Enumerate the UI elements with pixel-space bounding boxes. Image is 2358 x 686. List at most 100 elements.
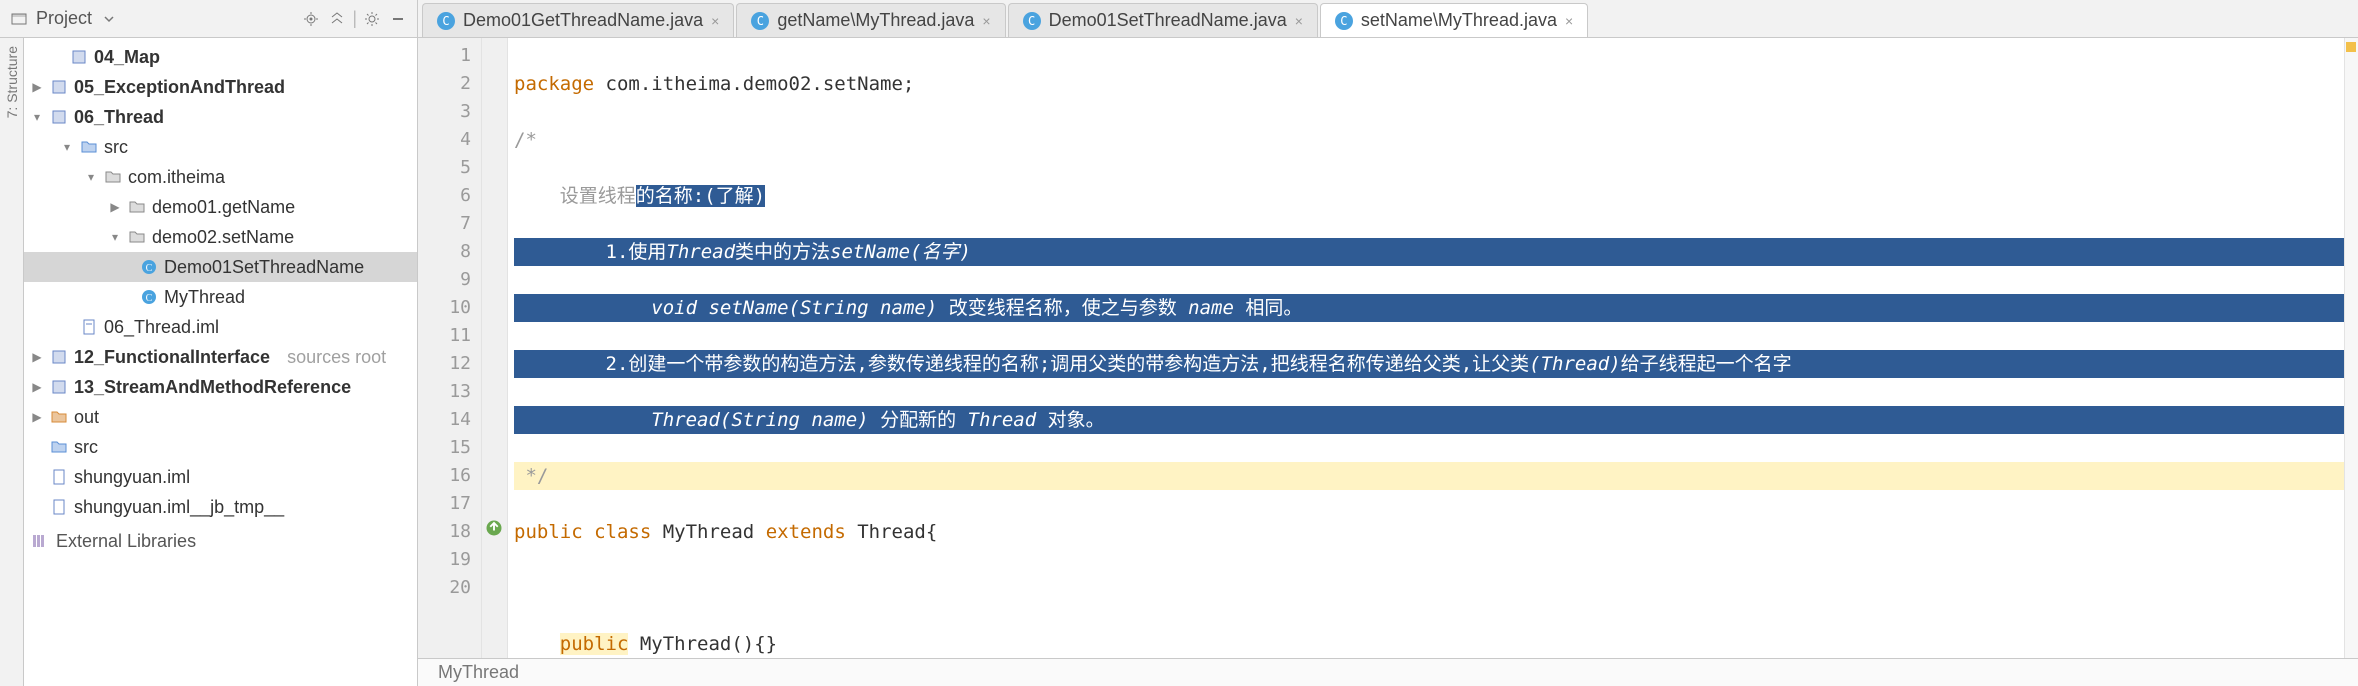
external-libraries[interactable]: External Libraries bbox=[24, 522, 417, 560]
tree-node[interactable]: 04_Map bbox=[24, 42, 417, 72]
code-text-area[interactable]: package com.itheima.demo02.setName; /* 设… bbox=[508, 38, 2344, 658]
tree-node-selected[interactable]: C Demo01SetThreadName bbox=[24, 252, 417, 282]
tree-label: 13_StreamAndMethodReference bbox=[74, 372, 351, 402]
locate-icon[interactable] bbox=[300, 8, 322, 30]
line-number: 17 bbox=[422, 490, 471, 518]
tab-setname-mythread[interactable]: C setName\MyThread.java × bbox=[1320, 3, 1588, 37]
package-icon bbox=[128, 198, 146, 216]
expand-arrow-icon[interactable]: ▶ bbox=[30, 372, 44, 402]
project-panel-title[interactable]: Project bbox=[36, 8, 294, 30]
tab-demo01setthreadname[interactable]: C Demo01SetThreadName.java × bbox=[1008, 3, 1318, 37]
tree-node[interactable]: ▾06_Thread bbox=[24, 102, 417, 132]
tree-node[interactable]: ▾ com.itheima bbox=[24, 162, 417, 192]
close-icon[interactable]: × bbox=[1295, 13, 1303, 29]
close-icon[interactable]: × bbox=[1565, 13, 1573, 29]
code-line bbox=[514, 574, 2344, 602]
collapse-arrow-icon[interactable]: ▾ bbox=[108, 222, 122, 252]
java-class-icon: C bbox=[1023, 12, 1041, 30]
expand-arrow-icon[interactable]: ▶ bbox=[30, 402, 44, 432]
line-number-gutter[interactable]: 1234567891011121314151617181920 bbox=[418, 38, 482, 658]
library-icon bbox=[30, 532, 48, 550]
tree-label: 06_Thread.iml bbox=[104, 312, 219, 342]
breadcrumb-item: MyThread bbox=[438, 662, 519, 682]
module-icon bbox=[50, 108, 68, 126]
tab-label: getName\MyThread.java bbox=[777, 10, 974, 31]
tree-node[interactable]: 06_Thread.iml bbox=[24, 312, 417, 342]
line-number: 9 bbox=[422, 266, 471, 294]
java-class-icon: C bbox=[437, 12, 455, 30]
svg-text:C: C bbox=[146, 263, 153, 274]
line-number: 11 bbox=[422, 322, 471, 350]
expand-arrow-icon[interactable]: ▶ bbox=[30, 72, 44, 102]
iml-file-icon bbox=[80, 318, 98, 336]
dropdown-icon bbox=[98, 8, 120, 30]
gutter-icon-strip bbox=[482, 38, 508, 658]
tool-stripe-left: 7: Structure bbox=[0, 38, 24, 686]
source-folder-icon bbox=[80, 138, 98, 156]
tab-label: Demo01GetThreadName.java bbox=[463, 10, 703, 31]
tree-label: External Libraries bbox=[56, 526, 196, 556]
tree-suffix: sources root bbox=[287, 342, 386, 372]
tree-node[interactable]: CMyThread bbox=[24, 282, 417, 312]
tree-node[interactable]: shungyuan.iml bbox=[24, 462, 417, 492]
tree-node[interactable]: ▶ 12_FunctionalInterface sources root bbox=[24, 342, 417, 372]
line-number: 6 bbox=[422, 182, 471, 210]
tab-getname-mythread[interactable]: C getName\MyThread.java × bbox=[736, 3, 1005, 37]
java-class-icon: C bbox=[140, 288, 158, 306]
editor-tab-bar: C Demo01GetThreadName.java × C getName\M… bbox=[418, 0, 2358, 37]
tool-tab-structure[interactable]: 7: Structure bbox=[4, 46, 20, 118]
tree-node[interactable]: ▾src bbox=[24, 132, 417, 162]
code-line: /* bbox=[514, 126, 2344, 154]
tree-node[interactable]: shungyuan.iml__jb_tmp__ bbox=[24, 492, 417, 522]
tab-label: Demo01SetThreadName.java bbox=[1049, 10, 1287, 31]
warning-marker[interactable] bbox=[2346, 42, 2356, 52]
java-class-icon: C bbox=[1335, 12, 1353, 30]
expand-arrow-icon[interactable]: ▶ bbox=[108, 192, 122, 222]
collapse-arrow-icon[interactable]: ▾ bbox=[30, 102, 44, 132]
line-number: 4 bbox=[422, 126, 471, 154]
project-icon bbox=[8, 8, 30, 30]
breadcrumb-bar[interactable]: MyThread bbox=[418, 658, 2358, 686]
collapse-arrow-icon[interactable]: ▾ bbox=[60, 132, 74, 162]
tree-label: 12_FunctionalInterface bbox=[74, 342, 270, 372]
expand-arrow-icon[interactable]: ▶ bbox=[30, 342, 44, 372]
line-number: 15 bbox=[422, 434, 471, 462]
line-number: 14 bbox=[422, 406, 471, 434]
line-number: 12 bbox=[422, 350, 471, 378]
module-icon bbox=[50, 348, 68, 366]
tree-label: Demo01SetThreadName bbox=[164, 252, 364, 282]
override-gutter-icon[interactable] bbox=[484, 518, 504, 538]
line-number: 13 bbox=[422, 378, 471, 406]
tab-demo01getthreadname[interactable]: C Demo01GetThreadName.java × bbox=[422, 3, 734, 37]
tree-node[interactable]: ▶ 05_ExceptionAndThread bbox=[24, 72, 417, 102]
tree-node[interactable]: ▶ 13_StreamAndMethodReference bbox=[24, 372, 417, 402]
close-icon[interactable]: × bbox=[711, 13, 719, 29]
gear-icon[interactable] bbox=[361, 8, 383, 30]
tree-label: src bbox=[74, 432, 98, 462]
close-icon[interactable]: × bbox=[982, 13, 990, 29]
code-line: Thread(String name) 分配新的 Thread 对象。 bbox=[514, 406, 2344, 434]
tree-label: com.itheima bbox=[128, 162, 225, 192]
code-line: package com.itheima.demo02.setName; bbox=[514, 70, 2344, 98]
collapse-all-icon[interactable] bbox=[326, 8, 348, 30]
tree-node[interactable]: ▾demo02.setName bbox=[24, 222, 417, 252]
package-icon bbox=[128, 228, 146, 246]
hide-icon[interactable] bbox=[387, 8, 409, 30]
tree-label: 05_ExceptionAndThread bbox=[74, 72, 285, 102]
tree-label: shungyuan.iml__jb_tmp__ bbox=[74, 492, 284, 522]
code-line: 1.使用Thread类中的方法setName(名字) bbox=[514, 238, 2344, 266]
error-stripe[interactable] bbox=[2344, 38, 2358, 658]
line-number: 3 bbox=[422, 98, 471, 126]
collapse-arrow-icon[interactable]: ▾ bbox=[84, 162, 98, 192]
line-number: 20 bbox=[422, 574, 471, 602]
tree-node[interactable]: ▶demo01.getName bbox=[24, 192, 417, 222]
code-line: void setName(String name) 改变线程名称，使之与参数 n… bbox=[514, 294, 2344, 322]
module-icon bbox=[70, 48, 88, 66]
project-panel-title-text: Project bbox=[36, 8, 92, 29]
project-tree[interactable]: 04_Map ▶05_ExceptionAndThread ▾06_Thread… bbox=[24, 38, 418, 686]
java-class-icon: C bbox=[751, 12, 769, 30]
source-folder-icon bbox=[50, 438, 68, 456]
java-class-icon: C bbox=[140, 258, 158, 276]
tree-node[interactable]: src bbox=[24, 432, 417, 462]
tree-node[interactable]: ▶out bbox=[24, 402, 417, 432]
